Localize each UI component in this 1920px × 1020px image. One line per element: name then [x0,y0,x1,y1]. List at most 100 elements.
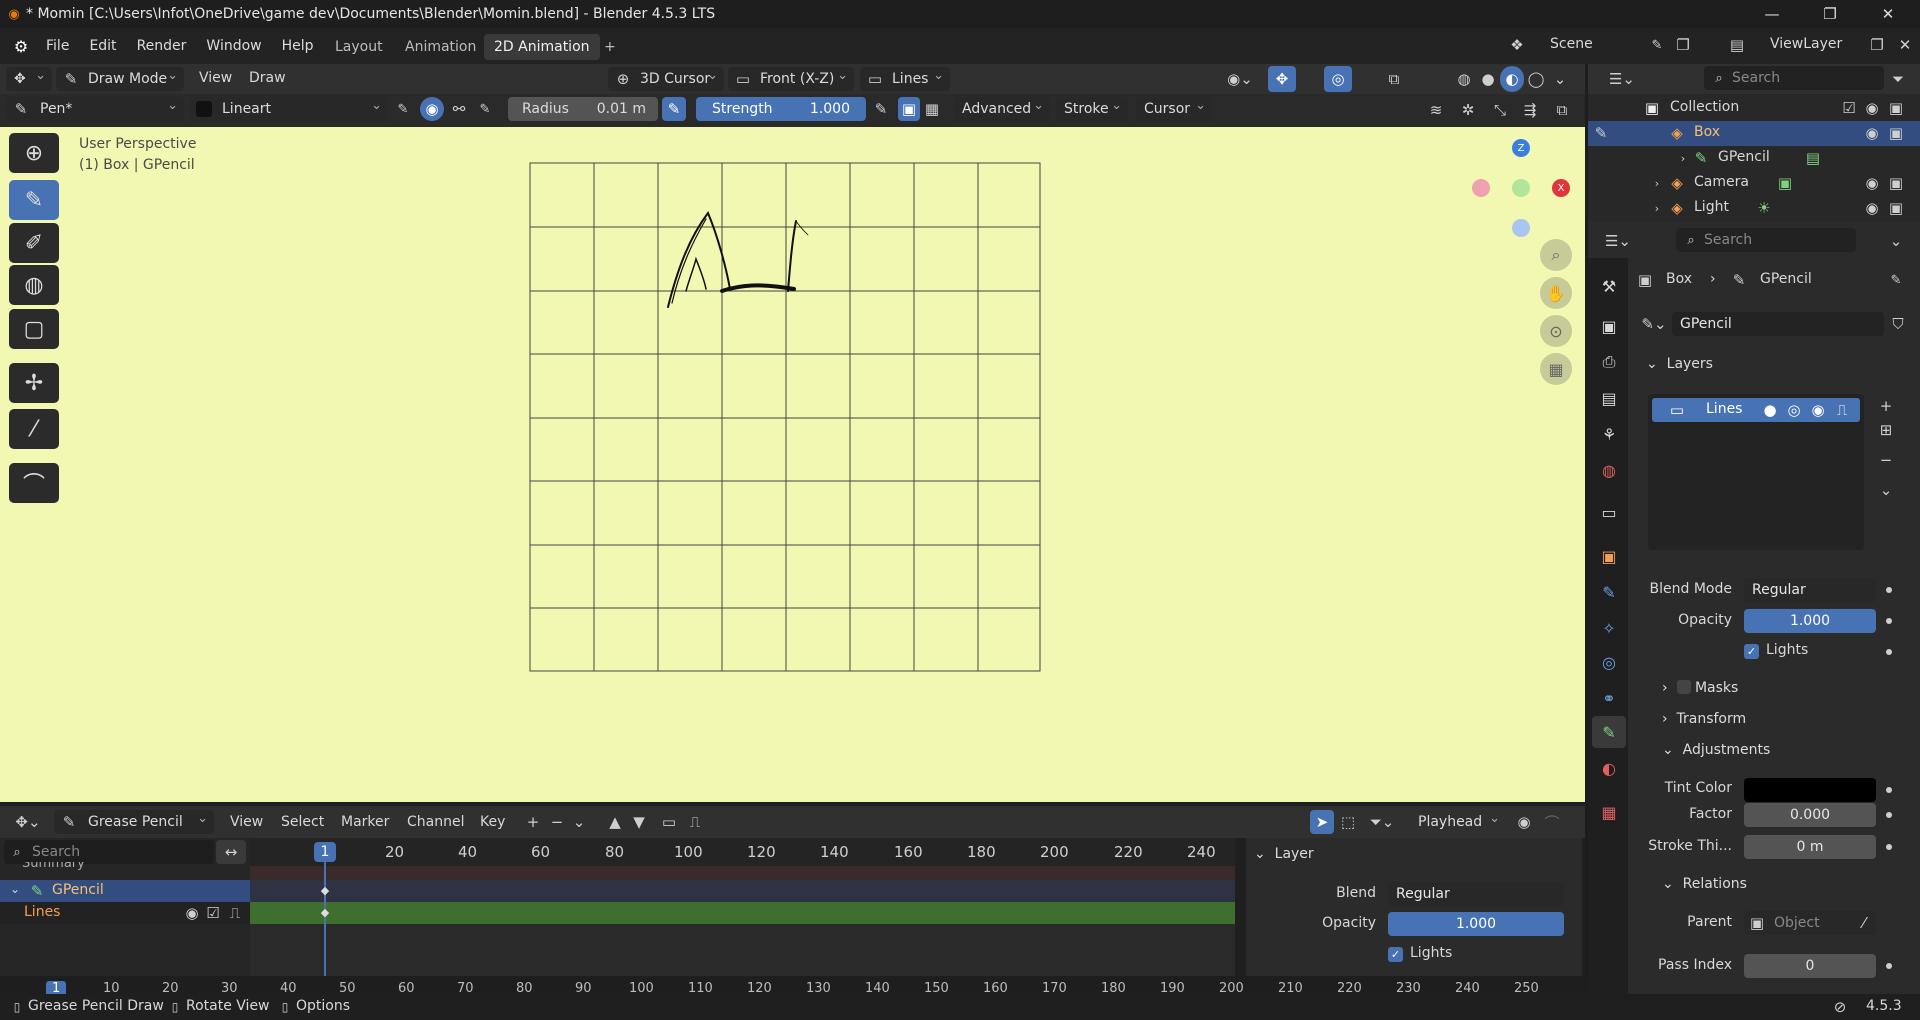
scene-name[interactable]: Scene [1550,36,1593,52]
expand-arrow-icon[interactable]: › [1676,148,1690,168]
gizmo-toggle-icon[interactable]: ✥ [1268,66,1296,92]
only-selected-icon[interactable]: ▭ [658,810,680,834]
add-layer-group-button[interactable]: ⊞ [1874,418,1898,442]
guides-icon[interactable]: ⇶ [1518,97,1542,123]
fake-user-shield-icon[interactable]: ⛉ [1886,312,1910,336]
close-button[interactable]: ✕ [1868,0,1908,28]
lock-icon[interactable]: ⎍ [1832,400,1852,420]
menu-render[interactable]: Render [127,38,197,54]
draw-tool[interactable]: ✎ [9,180,59,220]
camera-render-icon[interactable]: ▣ [1886,124,1906,142]
output-properties-tab-icon[interactable]: ⎙ [1592,346,1626,378]
lights-checkbox[interactable]: ✓ [1744,644,1759,659]
dope-menu-view[interactable]: View [230,814,263,830]
strength-field[interactable]: Strength 1.000 [696,97,866,121]
remove-view-layer-icon[interactable]: ✕ [1892,32,1918,58]
swap-icon[interactable]: ↔ [216,840,246,864]
outliner-search-input[interactable]: Search [1704,66,1884,90]
view-menu[interactable]: View [199,70,232,86]
pressure-pin-icon[interactable]: ✎ [474,97,496,121]
fill-tool[interactable]: ◍ [9,265,59,305]
remove-layer-button[interactable]: − [1874,448,1898,472]
curve-falloff-icon[interactable]: ⌒ [1540,810,1564,834]
playhead-snap-dropdown[interactable]: Playhead [1410,810,1506,834]
snap-icon[interactable]: ✲ [1456,97,1480,123]
shading-options-icon[interactable]: ⌄ [1550,66,1570,92]
factor-field[interactable]: 0.000 [1744,803,1876,827]
cursor-dropdown[interactable]: Cursor [1136,97,1212,121]
radius-pressure-icon[interactable]: ✎ [662,97,686,121]
dope-menu-select[interactable]: Select [281,814,324,830]
masks-checkbox[interactable] [1676,680,1691,694]
camera-render-icon[interactable]: ▣ [1886,199,1906,217]
expand-arrow-icon[interactable]: ⌄ [10,882,20,896]
workspace-tab-animation[interactable]: Animation [395,34,486,60]
gizmo-neg-x-axis[interactable] [1472,179,1490,197]
properties-options-icon[interactable]: ⌄ [1886,228,1906,254]
dope-lights-checkbox[interactable]: ✓ [1388,947,1403,962]
properties-editor-icon[interactable]: ☰⌄ [1600,228,1636,254]
menu-file[interactable]: File [36,38,79,54]
advanced-dropdown[interactable]: Advanced [954,97,1050,121]
dope-sheet-editor-icon[interactable]: ✥⌄ [8,809,48,835]
eraser-mode-icon[interactable]: ▣ [898,97,920,121]
camera-render-icon[interactable]: ▣ [1886,99,1906,117]
interpolate-tool[interactable]: ⌒ [9,463,59,503]
opacity-field[interactable]: 1.000 [1744,609,1876,633]
layer-mask-dot-icon[interactable]: ● [1762,400,1778,420]
physics-properties-tab-icon[interactable]: ◎ [1592,646,1626,678]
outliner-editor-icon[interactable]: ☰⌄ [1604,66,1640,92]
add-keyframe-icon[interactable]: + [522,810,544,834]
pass-index-field[interactable]: 0 [1744,954,1876,978]
layer-specials-button[interactable]: ⌄ [1874,478,1898,502]
data-name-field[interactable]: GPencil [1672,312,1884,336]
workspace-tab-2d-animation[interactable]: 2D Animation [484,34,600,60]
stroke-placement-icon[interactable]: ◉ [420,97,444,121]
cursor-tool[interactable]: ⊕ [9,133,59,173]
onion-skin-icon[interactable]: ≋ [1424,97,1448,123]
proportional-edit-icon[interactable]: ◉ [1512,810,1536,834]
stroke-thickness-field[interactable]: 0 m [1744,835,1876,859]
strength-pressure-icon[interactable]: ✎ [870,97,892,121]
gizmo-z-axis[interactable]: Z [1512,139,1530,157]
xray-icon[interactable]: ⧉ [1380,66,1408,92]
box-select-icon[interactable]: ⬚ [1336,810,1360,834]
layers-section-header[interactable]: ⌄ Layers [1646,356,1713,372]
ortho-grid-icon[interactable]: ▦ [1540,353,1572,385]
keyframe-dot[interactable] [1886,812,1892,818]
menu-edit[interactable]: Edit [79,38,126,54]
keyframe-dropdown-icon[interactable]: ⌄ [570,810,588,834]
summary-channel[interactable]: Summary [22,862,85,872]
constraints-properties-tab-icon[interactable]: ⚭ [1592,682,1626,714]
outliner-row-collection[interactable]: ▣ Collection ☑ ◉ ▣ [1588,96,1920,121]
masks-section-header[interactable]: › Masks [1662,680,1738,696]
eye-icon[interactable]: ◉ [1808,400,1828,420]
material-pin-icon[interactable]: ✎ [392,97,414,121]
checkbox-icon[interactable]: ☑ [1840,99,1858,117]
3d-viewport[interactable]: User Perspective (1) Box | GPencil ⊕ ✎ ✐… [0,127,1585,802]
view-layer-properties-tab-icon[interactable]: ▤ [1592,382,1626,414]
effects-properties-tab-icon[interactable]: ✧ [1592,612,1626,644]
zoom-icon[interactable]: ⌕ [1540,239,1572,271]
data-properties-tab-icon[interactable]: ✎ [1592,716,1626,748]
data-browse-icon[interactable]: ✎⌄ [1638,312,1670,336]
keyframe-dot[interactable] [1886,618,1892,624]
channel-gpencil[interactable]: ⌄ ✎ GPencil [0,880,250,902]
outliner-row-gpencil[interactable]: › ✎ GPencil ▤ [1588,146,1920,171]
stroke-dropdown[interactable]: Stroke [1056,97,1128,121]
keyframe-dot[interactable] [1886,649,1892,655]
view-layer-icon[interactable]: ▤ [1724,32,1750,58]
workspace-tab-layout[interactable]: Layout [325,34,393,60]
stabilizer-icon[interactable]: ⚯ [448,97,470,121]
scene-icon[interactable]: ❖ [1504,32,1530,58]
erase-tool[interactable]: ✐ [9,223,59,263]
onion-skin-layer-icon[interactable]: ◎ [1784,400,1804,420]
brush-dropdown[interactable]: Pen* [6,97,184,121]
eye-icon[interactable]: ◉ [1862,174,1882,192]
filter-icon[interactable]: ⏷⌄ [1366,810,1398,834]
draw-menu[interactable]: Draw [249,70,286,86]
maximize-button[interactable]: ❐ [1810,0,1850,28]
transform-section-header[interactable]: › Transform [1662,711,1746,727]
adjustments-section-header[interactable]: ⌄ Adjustments [1662,742,1770,758]
eye-icon[interactable]: ◉ [182,903,202,923]
